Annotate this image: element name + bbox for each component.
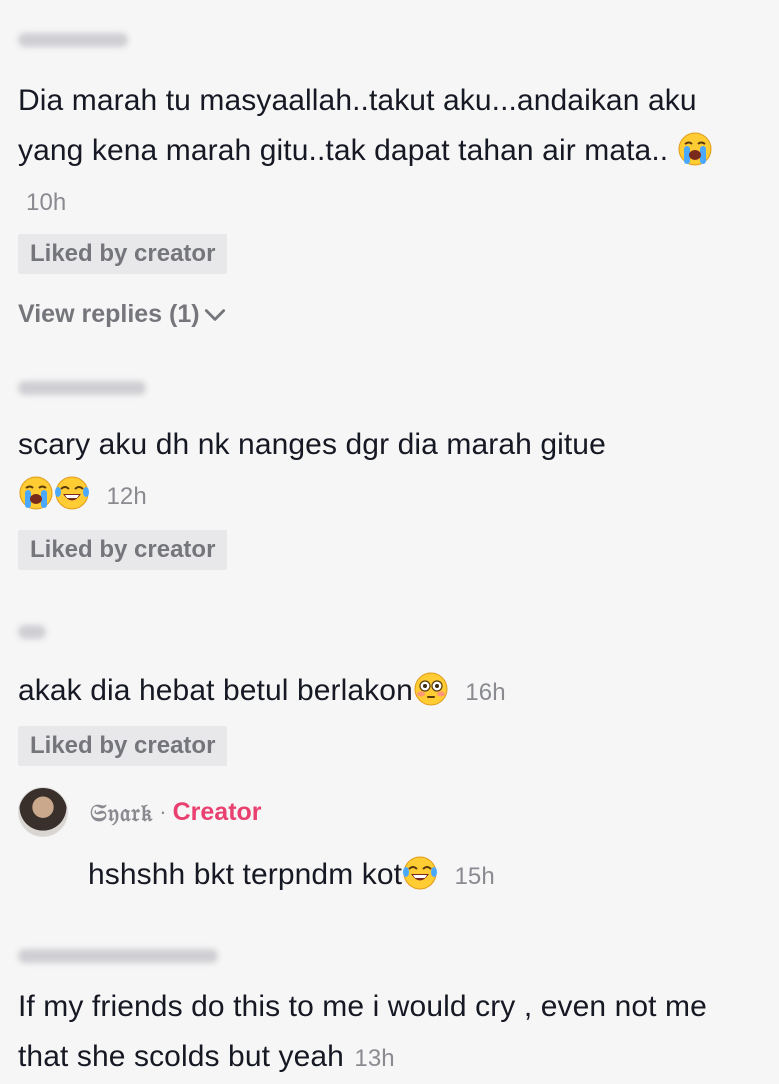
comment-item: akak dia hebat betul berlakon 16h Liked … <box>18 620 761 766</box>
comment-text-block: akak dia hebat betul berlakon 16h <box>18 666 761 718</box>
creator-label: Creator <box>172 797 262 826</box>
comment-timestamp: 10h <box>26 189 67 216</box>
loudly-crying-face-icon <box>18 475 54 511</box>
face-with-tears-of-joy-icon <box>54 475 90 511</box>
face-with-tears-of-joy-icon <box>402 855 438 891</box>
flushed-face-icon <box>413 671 449 707</box>
avatar[interactable] <box>18 787 68 837</box>
liked-by-creator-badge: Liked by creator <box>18 530 228 570</box>
comment-text: scary aku dh nk nanges dgr dia marah git… <box>18 428 606 461</box>
reply-username[interactable]: 𝔖𝔶𝔞𝔯𝔨 <box>90 798 153 827</box>
comment-text-block: Dia marah tu masyaallah..takut aku...and… <box>18 76 761 228</box>
comment-item: If my friends do this to me i would cry … <box>18 944 761 1084</box>
reply-text: hshshh bkt terpndm kot <box>88 858 403 891</box>
comment-timestamp: 12h <box>106 483 147 510</box>
separator-dot: · <box>159 799 167 824</box>
comment-text: akak dia hebat betul berlakon <box>18 674 413 707</box>
reply-timestamp: 15h <box>454 863 495 890</box>
comment-username-blurred[interactable] <box>18 620 761 644</box>
liked-by-creator-badge: Liked by creator <box>18 726 228 766</box>
reply-header: 𝔖𝔶𝔞𝔯𝔨 · Creator <box>18 787 761 837</box>
view-replies-label: View replies (1) <box>18 300 200 328</box>
comment-timestamp: 16h <box>465 679 506 706</box>
comment-username-blurred[interactable] <box>18 944 761 968</box>
comment-item: Dia marah tu masyaallah..takut aku...and… <box>18 28 761 329</box>
comment-item: scary aku dh nk nanges dgr dia marah git… <box>18 376 761 570</box>
comment-text-block: If my friends do this to me i would cry … <box>18 982 761 1084</box>
chevron-down-icon <box>204 308 225 321</box>
comment-username-blurred[interactable] <box>18 28 761 52</box>
comment-text-block: scary aku dh nk nanges dgr dia marah git… <box>18 420 761 522</box>
view-replies-button[interactable]: View replies (1) <box>18 300 761 329</box>
comment-username-blurred[interactable] <box>18 376 761 400</box>
reply-text-block: hshshh bkt terpndm kot 15h <box>88 850 761 902</box>
liked-by-creator-badge: Liked by creator <box>18 234 228 274</box>
comment-timestamp: 13h <box>354 1045 395 1072</box>
loudly-crying-face-icon <box>677 131 713 167</box>
comment-text: Dia marah tu masyaallah..takut aku...and… <box>18 84 697 167</box>
creator-reply: 𝔖𝔶𝔞𝔯𝔨 · Creator hshshh bkt terpndm kot 1… <box>18 787 761 902</box>
